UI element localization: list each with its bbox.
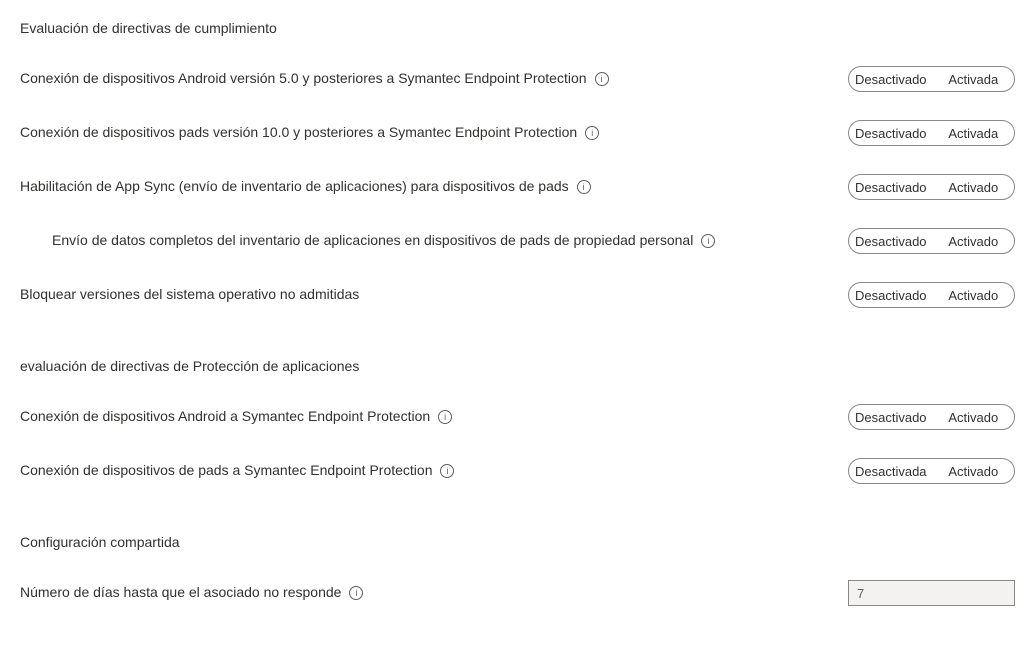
info-icon[interactable]: i (701, 234, 715, 248)
toggle-on: Activado (933, 176, 1014, 199)
toggle-android-compliance[interactable]: Desactivado Activada (848, 66, 1015, 92)
setting-label: Envío de datos completos del inventario … (52, 231, 693, 251)
toggle-on: Activada (933, 122, 1014, 145)
setting-row-days-unresponsive: Número de días hasta que el asociado no … (20, 580, 1015, 606)
info-icon[interactable]: i (438, 410, 452, 424)
toggle-off: Desactivado (849, 122, 933, 145)
setting-label: Habilitación de App Sync (envío de inven… (20, 177, 569, 197)
setting-row-android-app-protection: Conexión de dispositivos Android a Syman… (20, 404, 1015, 430)
toggle-on: Activado (933, 230, 1014, 253)
info-icon[interactable]: i (595, 72, 609, 86)
info-icon[interactable]: i (349, 586, 363, 600)
toggle-off: Desactivado (849, 284, 933, 307)
label-wrap: Bloquear versiones del sistema operativo… (20, 285, 848, 305)
toggle-on: Activado (933, 284, 1014, 307)
info-icon[interactable]: i (577, 180, 591, 194)
setting-label: Bloquear versiones del sistema operativo… (20, 285, 359, 305)
toggle-on: Activado (933, 460, 1014, 483)
setting-label: Conexión de dispositivos de pads a Syman… (20, 461, 432, 481)
setting-label: Conexión de dispositivos pads versión 10… (20, 123, 577, 143)
setting-row-pads-compliance: Conexión de dispositivos pads versión 10… (20, 120, 1015, 146)
toggle-pads-compliance[interactable]: Desactivado Activada (848, 120, 1015, 146)
toggle-off: Desactivado (849, 406, 933, 429)
setting-row-app-sync: Habilitación de App Sync (envío de inven… (20, 174, 1015, 200)
toggle-app-sync[interactable]: Desactivado Activado (848, 174, 1015, 200)
label-wrap: Conexión de dispositivos de pads a Syman… (20, 461, 848, 481)
label-wrap: Conexión de dispositivos Android versión… (20, 69, 848, 89)
toggle-on: Activado (933, 406, 1014, 429)
label-wrap: Conexión de dispositivos pads versión 10… (20, 123, 848, 143)
toggle-off: Desactivado (849, 230, 933, 253)
info-icon[interactable]: i (585, 126, 599, 140)
section-heading-compliance: Evaluación de directivas de cumplimiento (20, 20, 1015, 36)
days-input[interactable] (848, 580, 1015, 606)
setting-row-block-unsupported: Bloquear versiones del sistema operativo… (20, 282, 1015, 308)
toggle-on: Activada (933, 68, 1014, 91)
setting-row-android-compliance: Conexión de dispositivos Android versión… (20, 66, 1015, 92)
toggle-off: Desactivado (849, 68, 933, 91)
section-heading-app-protection: evaluación de directivas de Protección d… (20, 358, 1015, 374)
info-icon[interactable]: i (440, 464, 454, 478)
label-wrap: Número de días hasta que el asociado no … (20, 583, 848, 603)
toggle-android-app-protection[interactable]: Desactivado Activado (848, 404, 1015, 430)
setting-label: Conexión de dispositivos Android a Syman… (20, 407, 430, 427)
setting-label: Número de días hasta que el asociado no … (20, 583, 341, 603)
label-wrap: Envío de datos completos del inventario … (52, 231, 848, 251)
section-heading-shared: Configuración compartida (20, 534, 1015, 550)
setting-label: Conexión de dispositivos Android versión… (20, 69, 587, 89)
toggle-block-unsupported[interactable]: Desactivado Activado (848, 282, 1015, 308)
label-wrap: Habilitación de App Sync (envío de inven… (20, 177, 848, 197)
toggle-off: Desactivado (849, 176, 933, 199)
setting-row-pads-app-protection: Conexión de dispositivos de pads a Syman… (20, 458, 1015, 484)
label-wrap: Conexión de dispositivos Android a Syman… (20, 407, 848, 427)
setting-row-full-inventory: Envío de datos completos del inventario … (20, 228, 1015, 254)
toggle-pads-app-protection[interactable]: Desactivada Activado (848, 458, 1015, 484)
toggle-full-inventory[interactable]: Desactivado Activado (848, 228, 1015, 254)
toggle-off: Desactivada (849, 460, 933, 483)
